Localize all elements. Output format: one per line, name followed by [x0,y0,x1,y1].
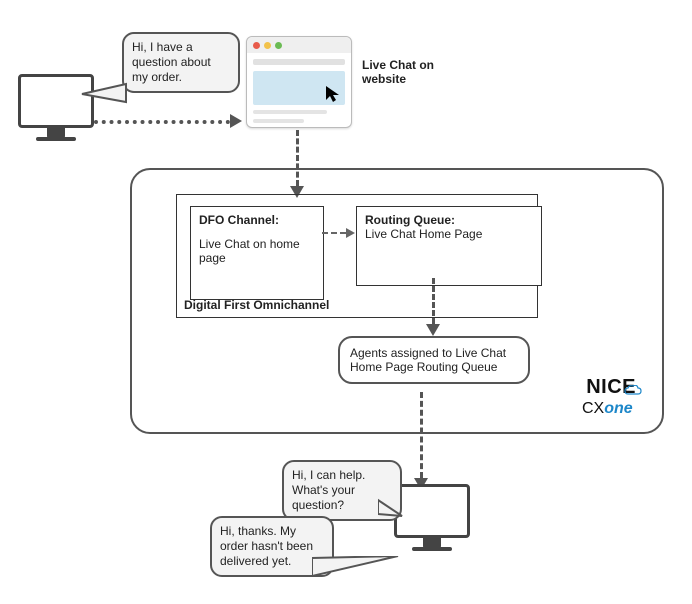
routing-queue-body: Live Chat Home Page [365,227,533,241]
window-max-dot-icon [275,42,282,49]
agent-speech-text: Hi, I can help. What's your question? [292,468,365,512]
window-min-dot-icon [264,42,271,49]
agents-text: Agents assigned to Live Chat Home Page R… [350,346,506,374]
diagram-stage: Hi, I have a question about my order. Li… [0,0,692,604]
dfo-channel-box: DFO Channel: Live Chat on home page [190,206,324,300]
customer-speech-bubble: Hi, I have a question about my order. [122,32,240,93]
monitor-icon [394,484,470,538]
speech-tail-icon [378,498,404,520]
cloud-icon [624,385,642,397]
routing-queue-title: Routing Queue: [365,213,533,227]
dfo-label: Digital First Omnichannel [184,298,329,312]
routing-queue-box: Routing Queue: Live Chat Home Page [356,206,542,286]
browser-titlebar [247,37,351,53]
browser-body [247,53,351,129]
customer-reply-text: Hi, thanks. My order hasn't been deliver… [220,524,313,568]
live-chat-label: Live Chat on website [362,58,472,86]
nice-logo: NICE CXone [582,376,636,418]
browser-urlbar [253,59,345,65]
browser-hero [253,71,345,105]
browser-window [246,36,352,128]
cursor-icon [325,85,341,103]
speech-tail-icon [80,80,128,110]
one-text: one [604,400,632,417]
speech-tail-icon [312,556,402,586]
dfo-channel-title: DFO Channel: [199,213,315,227]
dfo-channel-body: Live Chat on home page [199,237,315,265]
window-close-dot-icon [253,42,260,49]
agent-monitor [394,484,470,551]
cxone-wordmark: CXone [582,399,636,418]
customer-speech-text: Hi, I have a question about my order. [132,40,211,84]
agents-box: Agents assigned to Live Chat Home Page R… [338,336,530,384]
cx-text: CX [582,400,604,417]
